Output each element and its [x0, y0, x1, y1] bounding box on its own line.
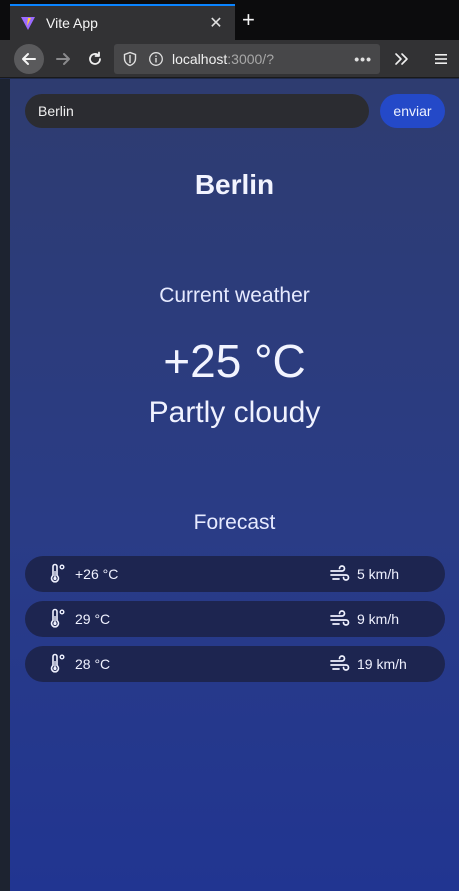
forecast-wind-speed: 5 km/h — [357, 566, 400, 582]
back-button[interactable] — [14, 44, 44, 74]
arrow-left-icon — [22, 53, 36, 65]
arrow-right-icon — [56, 53, 70, 65]
new-tab-button[interactable]: + — [242, 8, 255, 32]
thermometer-icon — [50, 653, 65, 673]
hamburger-menu-button[interactable] — [428, 44, 454, 74]
page-actions-button[interactable]: ••• — [354, 51, 372, 67]
city-name: Berlin — [194, 169, 275, 200]
info-icon[interactable] — [148, 51, 164, 67]
tab-title: Vite App — [46, 15, 98, 31]
viewport-edge — [0, 79, 10, 891]
url-path: :3000/? — [227, 51, 274, 67]
weather-app: enviar Berlin Current weather +25 °C Par… — [10, 79, 459, 891]
forecast-temperature: +26 °C — [75, 566, 119, 582]
current-weather-heading: Current weather — [159, 284, 310, 307]
double-chevron-right-icon — [395, 53, 408, 65]
forecast-temperature: 28 °C — [75, 656, 111, 672]
wind-icon — [330, 610, 350, 626]
address-bar[interactable]: localhost:3000/? ••• — [114, 44, 380, 74]
reload-icon — [89, 51, 101, 65]
forecast-item: 29 °C 9 km/h — [25, 601, 445, 637]
shield-icon[interactable] — [122, 51, 138, 67]
forecast-item: 28 °C 19 km/h — [25, 646, 445, 682]
browser-tab-bar: Vite App ✕ + — [0, 0, 459, 40]
search-form: enviar — [25, 94, 445, 128]
wind-icon — [330, 565, 350, 581]
weather-condition: Partly cloudy — [148, 396, 321, 429]
browser-tab[interactable]: Vite App ✕ — [10, 4, 235, 40]
forecast-wind-speed: 19 km/h — [357, 656, 407, 672]
forecast-temperature: 29 °C — [75, 611, 111, 627]
thermometer-icon — [50, 608, 65, 628]
browser-toolbar: localhost:3000/? ••• — [0, 40, 459, 78]
forecast-list: +26 °C 5 km/h 29 °C 9 km/h 28 °C 19 km/h — [25, 556, 445, 691]
overflow-menu-button[interactable] — [388, 44, 414, 74]
hamburger-menu-icon — [435, 54, 447, 64]
forecast-heading: Forecast — [193, 511, 276, 534]
city-search-input[interactable] — [25, 94, 369, 128]
thermometer-icon — [50, 563, 65, 583]
forecast-item: +26 °C 5 km/h — [25, 556, 445, 592]
forward-button[interactable] — [48, 44, 78, 74]
current-temperature: +25 °C — [163, 335, 306, 387]
url-host: localhost — [172, 51, 228, 67]
close-icon[interactable]: ✕ — [207, 13, 225, 33]
forecast-wind-speed: 9 km/h — [357, 611, 400, 627]
vite-logo-icon — [21, 17, 35, 30]
wind-icon — [330, 655, 350, 671]
reload-button[interactable] — [80, 44, 110, 74]
send-button[interactable]: enviar — [380, 94, 445, 128]
